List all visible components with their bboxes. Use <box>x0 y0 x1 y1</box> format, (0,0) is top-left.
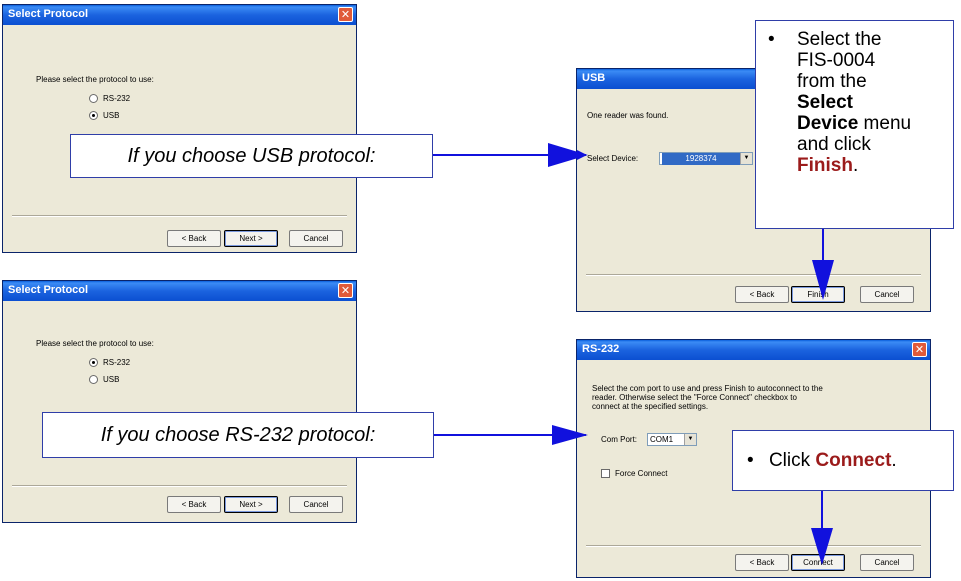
usb-step-line-5-rest: menu <box>858 113 912 134</box>
usb-step-line-5: Device menu <box>797 113 911 134</box>
usb-step-line-7: Finish. <box>797 155 911 176</box>
callout-rs232-step: • Click Connect. <box>732 430 954 491</box>
arrowhead-usb-choice <box>548 143 588 167</box>
usb-step-line-7-rest: . <box>852 155 859 176</box>
connect-emphasis: Connect <box>815 450 892 471</box>
callout-usb-choice: If you choose USB protocol: <box>70 134 433 178</box>
usb-step-line-4: Select <box>797 92 853 113</box>
rs232-step-prefix: Click <box>768 450 816 471</box>
rs232-step-text: • Click Connect. <box>747 450 897 471</box>
usb-step-line-2: FIS-0004 <box>797 50 876 71</box>
finish-emphasis: Finish <box>797 155 853 176</box>
arrowhead-connect <box>811 528 833 565</box>
usb-step-line-1: Select the <box>797 29 882 50</box>
select-device-emphasis: Device <box>797 113 859 134</box>
usb-step-line-6: and click <box>797 134 871 155</box>
rs232-step-suffix: . <box>891 450 897 471</box>
arrowhead-finish <box>812 260 834 300</box>
callout-usb-step: • Select the FIS-0004 from the Select De… <box>755 20 954 229</box>
callout-rs232-choice: If you choose RS-232 protocol: <box>42 412 434 458</box>
usb-step-text: Select the FIS-0004 from the Select Devi… <box>797 29 911 176</box>
bullet: • <box>768 29 775 50</box>
bullet: • <box>747 450 754 471</box>
arrowhead-rs232-choice <box>552 425 588 445</box>
usb-step-line-3: from the <box>797 71 867 92</box>
